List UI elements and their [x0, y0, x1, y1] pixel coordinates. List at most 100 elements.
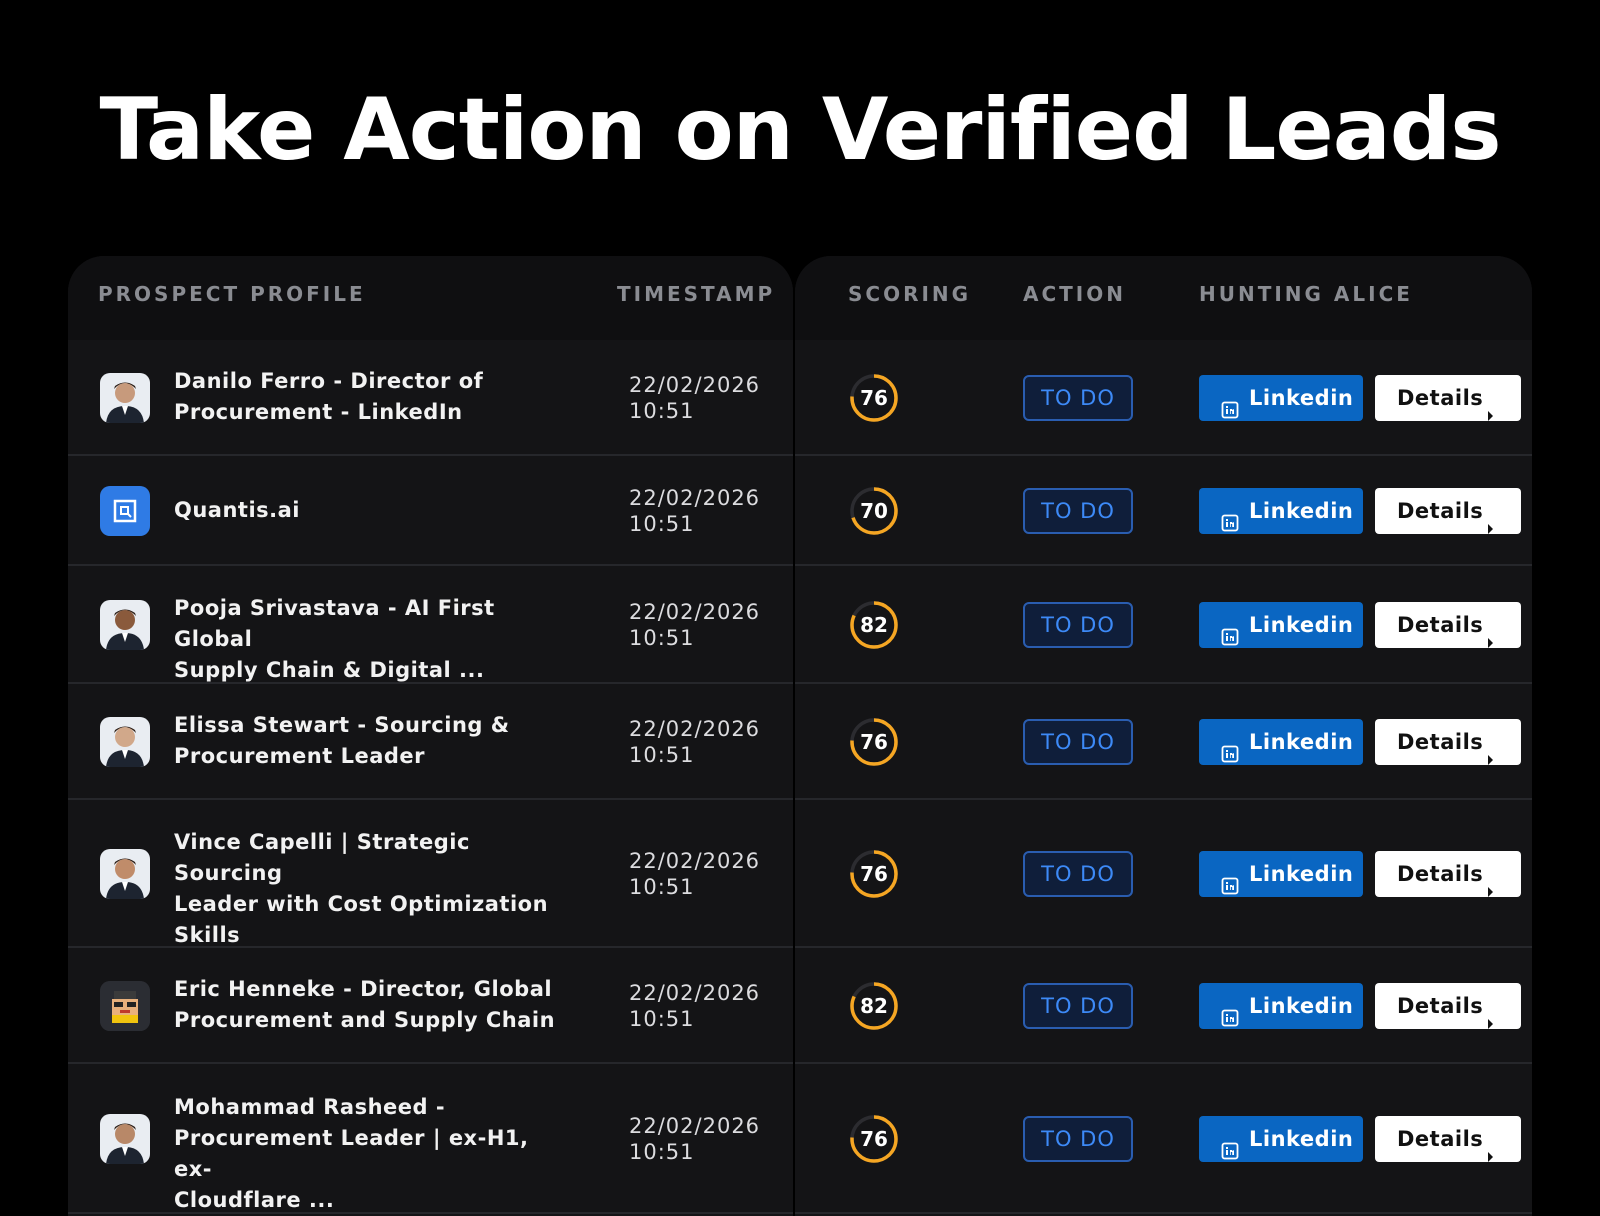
timestamp-date: 22/02/2026 [629, 600, 761, 624]
linkedin-icon [1221, 997, 1239, 1027]
details-button[interactable]: Details [1375, 851, 1521, 897]
avatar [100, 717, 150, 767]
table-row[interactable]: Danilo Ferro - Director of Procurement - … [68, 340, 793, 456]
score-gauge: 76 [849, 849, 899, 899]
linkedin-button[interactable]: Linkedin [1199, 375, 1363, 421]
timestamp-date: 22/02/2026 [629, 373, 761, 397]
timestamp-time: 10:51 [629, 626, 695, 650]
linkedin-button[interactable]: Linkedin [1199, 488, 1363, 534]
page-headline: Take Action on Verified Leads [99, 80, 1501, 180]
prospect-name[interactable]: Eric Henneke - Director, Global Procureme… [174, 974, 574, 1036]
status-badge-todo[interactable]: TO DO [1023, 1116, 1133, 1162]
linkedin-button-label: Linkedin [1249, 499, 1354, 523]
linkedin-button-label: Linkedin [1249, 613, 1354, 637]
avatar [100, 981, 150, 1031]
prospect-name[interactable]: Elissa Stewart - Sourcing & Procurement L… [174, 710, 574, 772]
details-button[interactable]: Details [1375, 1116, 1521, 1162]
score-gauge: 70 [849, 486, 899, 536]
column-header-hunting-alice[interactable]: HUNTING ALICE [1199, 282, 1413, 306]
column-header-scoring[interactable]: SCORING [848, 282, 971, 306]
prospect-name-line: Pooja Srivastava - AI First Global [174, 596, 495, 651]
table-row: 76 TO DO Linkedin Details [795, 800, 1532, 948]
timestamp: 22/02/2026 10:51 [629, 372, 779, 424]
details-button[interactable]: Details [1375, 488, 1521, 534]
table-row[interactable]: Eric Henneke - Director, Global Procureme… [68, 948, 793, 1064]
column-header-timestamp[interactable]: TIMESTAMP [617, 282, 775, 306]
table-row[interactable]: Mohammad Rasheed - Procurement Leader | e… [68, 1064, 793, 1214]
action-rows: 76 TO DO Linkedin Details 70 TO DO Linkedin Det… [795, 340, 1532, 1214]
prospect-name-line: Supply Chain & Digital ... [174, 658, 485, 682]
table-row: 76 TO DO Linkedin Details [795, 340, 1532, 456]
avatar [100, 600, 150, 650]
table-row[interactable]: Pooja Srivastava - AI First Global Supply… [68, 566, 793, 684]
prospect-panel: PROSPECT PROFILE TIMESTAMP Danilo Ferro … [68, 256, 793, 1216]
details-button-label: Details [1397, 862, 1484, 886]
prospect-name-line: Procurement and Supply Chain [174, 1008, 556, 1032]
prospect-name-line: Mohammad Rasheed - [174, 1094, 446, 1119]
status-badge-todo[interactable]: TO DO [1023, 983, 1133, 1029]
linkedin-button[interactable]: Linkedin [1199, 983, 1363, 1029]
details-button-label: Details [1397, 613, 1484, 637]
linkedin-button[interactable]: Linkedin [1199, 851, 1363, 897]
timestamp-date: 22/02/2026 [629, 981, 761, 1005]
table-row: 82 TO DO Linkedin Details [795, 566, 1532, 684]
column-header-action[interactable]: ACTION [1023, 282, 1126, 306]
linkedin-button[interactable]: Linkedin [1199, 1116, 1363, 1162]
avatar [100, 373, 150, 423]
status-badge-todo[interactable]: TO DO [1023, 488, 1133, 534]
timestamp: 22/02/2026 10:51 [629, 1113, 779, 1165]
details-button[interactable]: Details [1375, 602, 1521, 648]
table-row: 70 TO DO Linkedin Details [795, 456, 1532, 566]
prospect-name-line: Elissa Stewart - Sourcing & [174, 713, 510, 737]
score-gauge: 76 [849, 717, 899, 767]
prospect-name-line: Leader with Cost Optimization [174, 891, 549, 916]
prospect-name-line: Procurement - LinkedIn [174, 400, 463, 424]
timestamp-time: 10:51 [629, 743, 695, 767]
timestamp: 22/02/2026 10:51 [629, 716, 779, 768]
status-badge-todo[interactable]: TO DO [1023, 602, 1133, 648]
prospect-name-line: Danilo Ferro - Director of [174, 369, 484, 393]
linkedin-button[interactable]: Linkedin [1199, 719, 1363, 765]
timestamp-time: 10:51 [629, 1007, 695, 1031]
table-row[interactable]: Quantis.ai 22/02/2026 10:51 [68, 456, 793, 566]
score-gauge: 82 [849, 600, 899, 650]
status-badge-todo[interactable]: TO DO [1023, 851, 1133, 897]
prospect-name[interactable]: Danilo Ferro - Director of Procurement - … [174, 366, 574, 428]
column-header-prospect-profile[interactable]: PROSPECT PROFILE [98, 282, 366, 306]
status-badge-todo[interactable]: TO DO [1023, 375, 1133, 421]
linkedin-button-label: Linkedin [1249, 1127, 1354, 1151]
details-button-label: Details [1397, 499, 1484, 523]
prospect-name[interactable]: Quantis.ai [174, 495, 574, 526]
table-row: 76 TO DO Linkedin Details [795, 684, 1532, 800]
prospect-name-line: Quantis.ai [174, 497, 301, 522]
linkedin-icon [1221, 502, 1239, 532]
timestamp-time: 10:51 [629, 1140, 695, 1164]
score-value: 76 [860, 386, 888, 410]
linkedin-button[interactable]: Linkedin [1199, 602, 1363, 648]
linkedin-button-label: Linkedin [1249, 862, 1354, 886]
details-button[interactable]: Details [1375, 719, 1521, 765]
linkedin-icon [1221, 616, 1239, 646]
linkedin-icon [1221, 389, 1239, 419]
timestamp: 22/02/2026 10:51 [629, 485, 779, 537]
table-row[interactable]: Vince Capelli | Strategic Sourcing Leader… [68, 800, 793, 948]
timestamp-date: 22/02/2026 [629, 486, 761, 510]
prospect-name[interactable]: Vince Capelli | Strategic Sourcing Leader… [174, 827, 574, 951]
score-value: 70 [860, 499, 888, 523]
details-button[interactable]: Details [1375, 983, 1521, 1029]
prospect-name-line: Procurement Leader | ex-H1, ex- [174, 1125, 529, 1181]
details-button-label: Details [1397, 730, 1484, 754]
table-row[interactable]: Elissa Stewart - Sourcing & Procurement L… [68, 684, 793, 800]
details-button[interactable]: Details [1375, 375, 1521, 421]
prospect-name[interactable]: Pooja Srivastava - AI First Global Supply… [174, 593, 574, 686]
prospect-name[interactable]: Mohammad Rasheed - Procurement Leader | e… [174, 1092, 574, 1216]
timestamp-time: 10:51 [629, 875, 695, 899]
details-button-label: Details [1397, 1127, 1484, 1151]
avatar [100, 849, 150, 899]
linkedin-button-label: Linkedin [1249, 730, 1354, 754]
score-value: 82 [860, 613, 888, 637]
prospect-name-line: Eric Henneke - Director, Global [174, 977, 553, 1001]
timestamp: 22/02/2026 10:51 [629, 599, 779, 651]
status-badge-todo[interactable]: TO DO [1023, 719, 1133, 765]
timestamp: 22/02/2026 10:51 [629, 980, 779, 1032]
